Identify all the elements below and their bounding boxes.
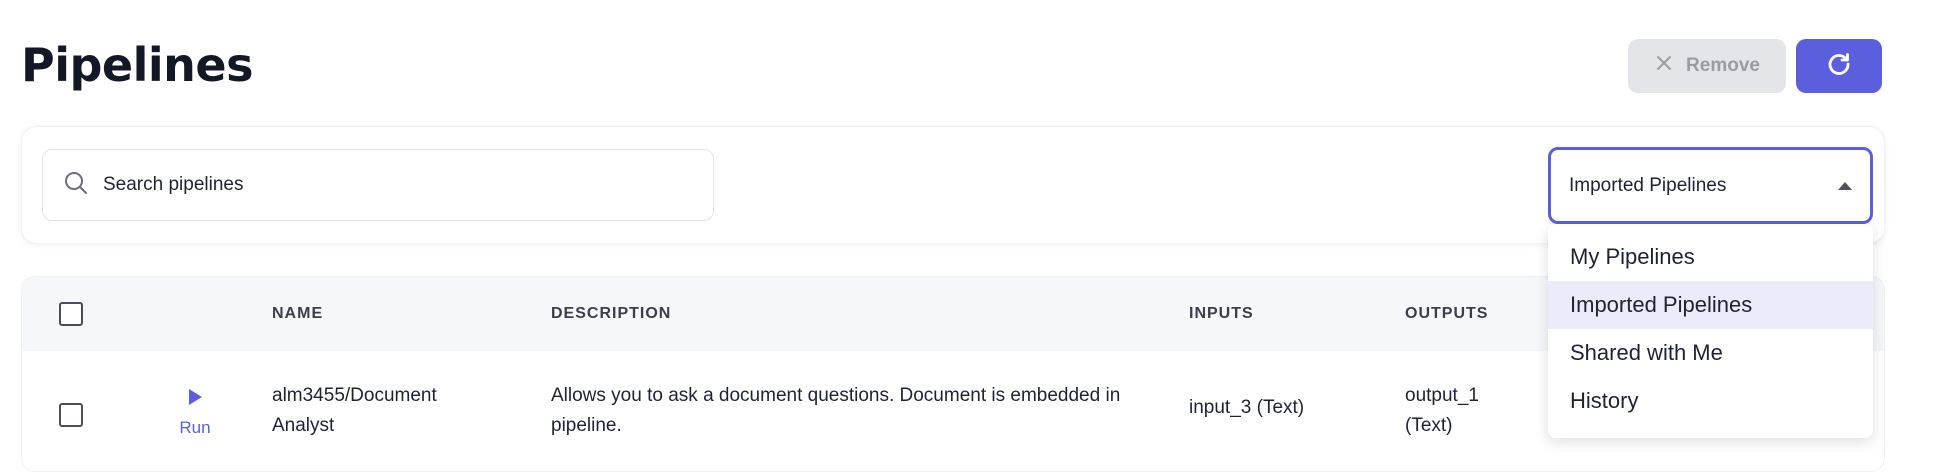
option-shared-with-me[interactable]: Shared with Me <box>1548 329 1873 377</box>
remove-button[interactable]: Remove <box>1628 39 1786 93</box>
select-all-checkbox[interactable] <box>59 302 83 326</box>
option-history[interactable]: History <box>1548 377 1873 425</box>
search-box[interactable] <box>42 149 714 221</box>
filter-dropdown-menu: My Pipelines Imported Pipelines Shared w… <box>1548 224 1873 438</box>
refresh-icon <box>1825 50 1853 83</box>
pipeline-outputs: output_1 (Text) <box>1405 385 1479 436</box>
column-header-outputs: OUTPUTS <box>1405 305 1489 322</box>
remove-button-label: Remove <box>1686 55 1760 76</box>
column-header-description: DESCRIPTION <box>551 305 672 322</box>
play-icon <box>186 387 204 418</box>
pipeline-description: Allows you to ask a document questions. … <box>551 385 1121 436</box>
option-imported-pipelines[interactable]: Imported Pipelines <box>1548 281 1873 329</box>
search-icon <box>43 170 89 201</box>
run-label: Run <box>179 418 211 437</box>
option-my-pipelines[interactable]: My Pipelines <box>1548 233 1873 281</box>
refresh-button[interactable] <box>1796 39 1882 93</box>
search-input[interactable] <box>103 174 663 196</box>
column-header-inputs: INPUTS <box>1189 305 1254 322</box>
caret-up-icon <box>1838 182 1852 190</box>
page-title: Pipelines <box>21 38 253 92</box>
pipeline-name: alm3455/Document Analyst <box>272 385 437 436</box>
pipeline-filter-select[interactable]: Imported Pipelines <box>1548 147 1873 224</box>
pipeline-inputs: input_3 (Text) <box>1189 397 1305 418</box>
close-icon <box>1654 53 1674 79</box>
row-checkbox[interactable] <box>59 403 83 427</box>
pipeline-filter-value: Imported Pipelines <box>1569 174 1727 196</box>
column-header-name: NAME <box>272 305 324 322</box>
run-button[interactable]: Run <box>165 387 225 438</box>
